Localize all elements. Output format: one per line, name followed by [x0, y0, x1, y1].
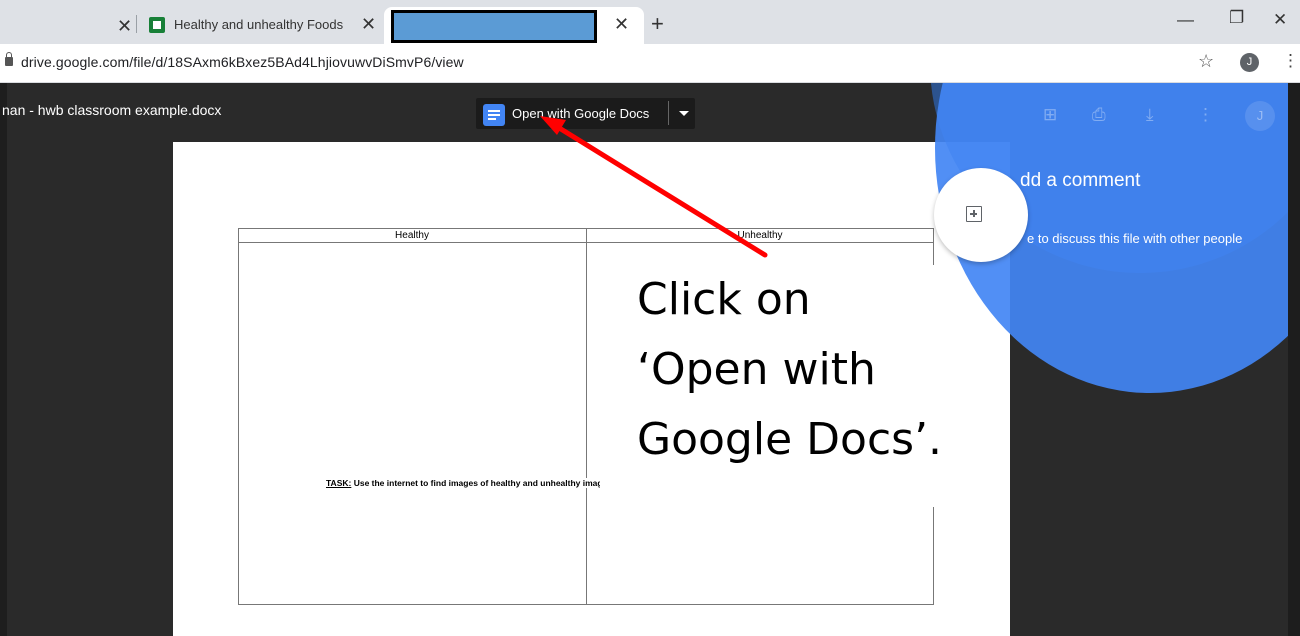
restore-icon[interactable]: ❐ — [1229, 8, 1244, 28]
viewer-right-edge — [1288, 83, 1300, 636]
print-icon[interactable]: ⎙ — [1092, 105, 1106, 125]
add-comment-icon[interactable] — [966, 206, 982, 222]
instruction-line: Click on — [637, 274, 811, 325]
file-name: nan - hwb classroom example.docx — [2, 102, 222, 118]
bookmark-star-icon[interactable]: ☆ — [1198, 51, 1214, 72]
lock-icon[interactable] — [5, 52, 13, 66]
instruction-line: ‘Open with — [637, 344, 876, 395]
browser-menu-icon[interactable]: ⋮ — [1282, 51, 1299, 71]
tab-close-icon[interactable]: ✕ — [614, 15, 629, 33]
instruction-callout: Click on ‘Open with Google Docs’. — [600, 265, 945, 507]
task-prefix: TASK: — [326, 478, 352, 488]
minimize-icon[interactable]: — — [1177, 10, 1194, 30]
new-tab-icon[interactable]: + — [651, 11, 664, 37]
button-divider — [668, 101, 669, 125]
column-header-healthy: Healthy — [395, 230, 429, 241]
add-comment-icon[interactable]: ⊞ — [1043, 105, 1057, 125]
viewer-edge — [0, 83, 7, 636]
instruction-line: Google Docs’. — [637, 414, 943, 465]
tab-divider — [136, 15, 137, 33]
column-header-unhealthy: Unhealthy — [737, 230, 783, 241]
redacted-tab-title — [391, 10, 597, 43]
more-actions-icon[interactable]: ⋮ — [1197, 105, 1214, 125]
tab-healthy-foods[interactable]: Healthy and unhealthy Foods ✕ — [140, 8, 380, 44]
comment-description: e to discuss this file with other people — [1027, 231, 1243, 246]
google-docs-icon[interactable] — [483, 104, 505, 126]
profile-avatar[interactable]: J — [1240, 53, 1259, 72]
open-button-label[interactable]: Open with Google Docs — [512, 106, 649, 121]
tab-label: Healthy and unhealthy Foods — [174, 17, 344, 32]
url-field[interactable]: drive.google.com/file/d/18SAxm6kBxez5BAd… — [21, 54, 464, 70]
table-column-divider — [586, 228, 587, 605]
dropdown-caret-icon[interactable] — [679, 111, 689, 116]
comment-title: dd a comment — [1020, 170, 1141, 191]
close-window-icon[interactable]: ✕ — [1273, 10, 1287, 30]
download-icon[interactable]: ⤓ — [1146, 105, 1154, 125]
tab-close-icon[interactable]: ✕ — [361, 15, 376, 33]
viewer-avatar[interactable]: J — [1245, 101, 1275, 131]
classroom-favicon-icon — [149, 17, 165, 33]
tab-close-icon[interactable]: ✕ — [117, 17, 132, 35]
